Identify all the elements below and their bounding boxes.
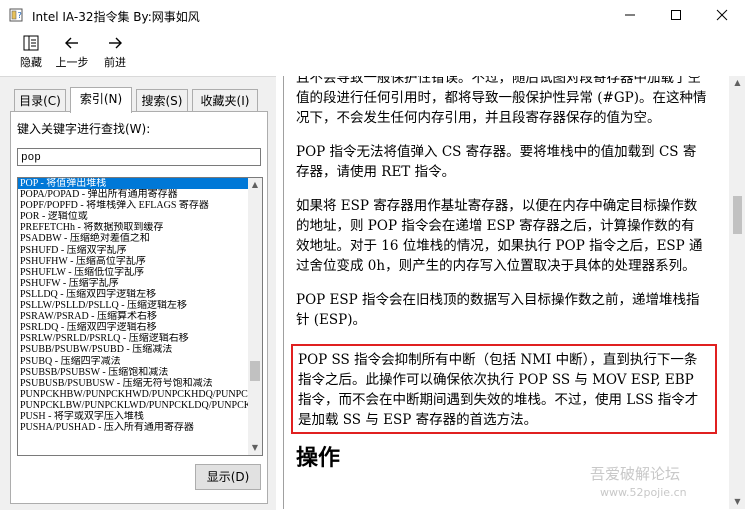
- index-list-item[interactable]: POPA/POPAD - 弹出所有通用寄存器: [18, 189, 248, 200]
- toolbar: 隐藏 上一步 前进: [0, 30, 745, 74]
- back-label: 上一步: [55, 56, 89, 69]
- index-list-item[interactable]: POPF/POPFD - 将堆栈弹入 EFLAGS 寄存器: [18, 200, 248, 211]
- paragraph-pop-esp: POP ESP 指令会在旧栈顶的数据写入目标操作数之前，递增堆栈指针 (ESP)…: [296, 292, 700, 328]
- help-book-icon: ?: [9, 8, 23, 22]
- maximize-button[interactable]: [653, 0, 699, 30]
- scroll-down-icon[interactable]: ▼: [248, 441, 262, 455]
- forward-label: 前进: [104, 56, 126, 69]
- index-list-item[interactable]: PSHUFD - 压缩双字乱序: [18, 245, 248, 256]
- paragraph-pop-ss: POP SS 指令会抑制所有中断（包括 NMI 中断），直到执行下一条指令之后。…: [298, 352, 699, 428]
- index-list-item[interactable]: POP - 将值弹出堆栈: [18, 178, 248, 190]
- topic-scrollbar[interactable]: ▲ ▼: [729, 76, 745, 509]
- index-list-item[interactable]: PUNPCKHBW/PUNPCKHWD/PUNPCKHDQ/PUNPCKH: [18, 389, 248, 400]
- index-list-item[interactable]: PSUBQ - 压缩四字减法: [18, 356, 248, 367]
- index-list-item[interactable]: PSLLW/PSLLD/PSLLQ - 压缩逻辑左移: [18, 300, 248, 311]
- index-list-items: POP - 将值弹出堆栈 POPA/POPAD - 弹出所有通用寄存器 POPF/P…: [18, 178, 248, 433]
- index-list-item[interactable]: PUNPCKLBW/PUNPCKLWD/PUNPCKLDQ/PUNPCKL: [18, 400, 248, 411]
- index-list-item[interactable]: PREFETCHh - 将数据预取到缓存: [18, 222, 248, 233]
- hide-label: 隐藏: [20, 56, 42, 69]
- topic-pane: 且不会导致一般保护性错误。不过，随后试图对段寄存器中加载了空值的段进行任何引用时…: [283, 76, 745, 509]
- tab-favorites[interactable]: 收藏夹(I): [192, 89, 258, 112]
- index-list-item[interactable]: PSUBB/PSUBW/PSUBD - 压缩减法: [18, 344, 248, 355]
- close-button[interactable]: [699, 0, 745, 30]
- watermark-title: 吾爱破解论坛: [590, 465, 681, 483]
- arrow-left-icon: [65, 37, 78, 49]
- index-list-item[interactable]: PSLLDQ - 压缩双四字逻辑左移: [18, 289, 248, 300]
- svg-text:?: ?: [18, 11, 22, 20]
- hide-pane-icon: [23, 35, 39, 51]
- index-list-item[interactable]: PSHUFW - 压缩字乱序: [18, 278, 248, 289]
- index-list-scrollbar[interactable]: ▲ ▼: [248, 178, 262, 455]
- navigation-pane: 目录(C) 索引(N) 搜索(S) 收藏夹(I) 键入关键字进行查找(W): p…: [0, 76, 276, 510]
- index-list-item[interactable]: PSHUFHW - 压缩高位字乱序: [18, 256, 248, 267]
- paragraph-esp-base: 如果将 ESP 寄存器用作基址寄存器，以便在内存中确定目标操作数的地址，则 PO…: [296, 198, 703, 274]
- index-list-item[interactable]: PSADBW - 压缩绝对差值之和: [18, 233, 248, 244]
- forward-button[interactable]: 前进: [100, 34, 130, 70]
- index-list-item[interactable]: PSHUFLW - 压缩低位字乱序: [18, 267, 248, 278]
- topic-scroll-down-icon[interactable]: ▼: [729, 495, 745, 509]
- topic-scroll-up-icon[interactable]: ▲: [729, 76, 745, 90]
- arrow-right-icon: [109, 37, 122, 49]
- minimize-icon: [625, 14, 635, 16]
- title-bar[interactable]: ? Intel IA-32指令集 By:网事如风: [0, 0, 745, 30]
- tab-contents[interactable]: 目录(C): [14, 89, 66, 112]
- minimize-button[interactable]: [607, 0, 653, 30]
- watermark-url: www.52pojie.cn: [600, 486, 687, 499]
- index-list-item[interactable]: PUSHA/PUSHAD - 压入所有通用寄存器: [18, 422, 248, 433]
- index-list-item[interactable]: PSUBUSB/PSUBUSW - 压缩无符号饱和减法: [18, 378, 248, 389]
- scroll-thumb[interactable]: [250, 361, 260, 381]
- paragraph-cs-register: POP 指令无法将值弹入 CS 寄存器。要将堆栈中的值加载到 CS 寄存器，请使…: [296, 144, 697, 180]
- index-list-item[interactable]: POR - 逻辑位或: [18, 211, 248, 222]
- topic-content: 且不会导致一般保护性错误。不过，随后试图对段寄存器中加载了空值的段进行任何引用时…: [291, 76, 717, 469]
- scroll-up-icon[interactable]: ▲: [248, 178, 262, 192]
- maximize-icon: [671, 10, 681, 20]
- tab-index[interactable]: 索引(N): [70, 87, 132, 113]
- keyword-input[interactable]: pop: [17, 148, 261, 166]
- index-list[interactable]: POP - 将值弹出堆栈 POPA/POPAD - 弹出所有通用寄存器 POPF/P…: [17, 177, 263, 456]
- topic-scroll-thumb[interactable]: [733, 196, 742, 234]
- index-list-item[interactable]: PSRLDQ - 压缩双四字逻辑右移: [18, 322, 248, 333]
- keyword-label: 键入关键字进行查找(W):: [17, 122, 151, 136]
- help-window: ? Intel IA-32指令集 By:网事如风 隐藏 上一步 前进 目录(C)…: [0, 0, 745, 510]
- tab-search[interactable]: 搜索(S): [136, 89, 188, 112]
- index-list-item[interactable]: PSRAW/PSRAD - 压缩算术右移: [18, 311, 248, 322]
- highlighted-box: POP SS 指令会抑制所有中断（包括 NMI 中断），直到执行下一条指令之后。…: [291, 344, 717, 434]
- window-title: Intel IA-32指令集 By:网事如风: [32, 10, 200, 24]
- index-panel: 键入关键字进行查找(W): pop POP - 将值弹出堆栈 POPA/POPAD…: [10, 111, 268, 504]
- index-list-item[interactable]: PSRLW/PSRLD/PSRLQ - 压缩逻辑右移: [18, 333, 248, 344]
- close-icon: [716, 9, 728, 21]
- paragraph-null-segment: 且不会导致一般保护性错误。不过，随后试图对段寄存器中加载了空值的段进行任何引用时…: [296, 76, 707, 126]
- back-button[interactable]: 上一步: [54, 34, 90, 70]
- index-list-item[interactable]: PUSH - 将字或双字压入堆栈: [18, 411, 248, 422]
- hide-button[interactable]: 隐藏: [16, 34, 46, 70]
- index-list-item[interactable]: PSUBSB/PSUBSW - 压缩饱和减法: [18, 367, 248, 378]
- display-button[interactable]: 显示(D): [195, 464, 261, 490]
